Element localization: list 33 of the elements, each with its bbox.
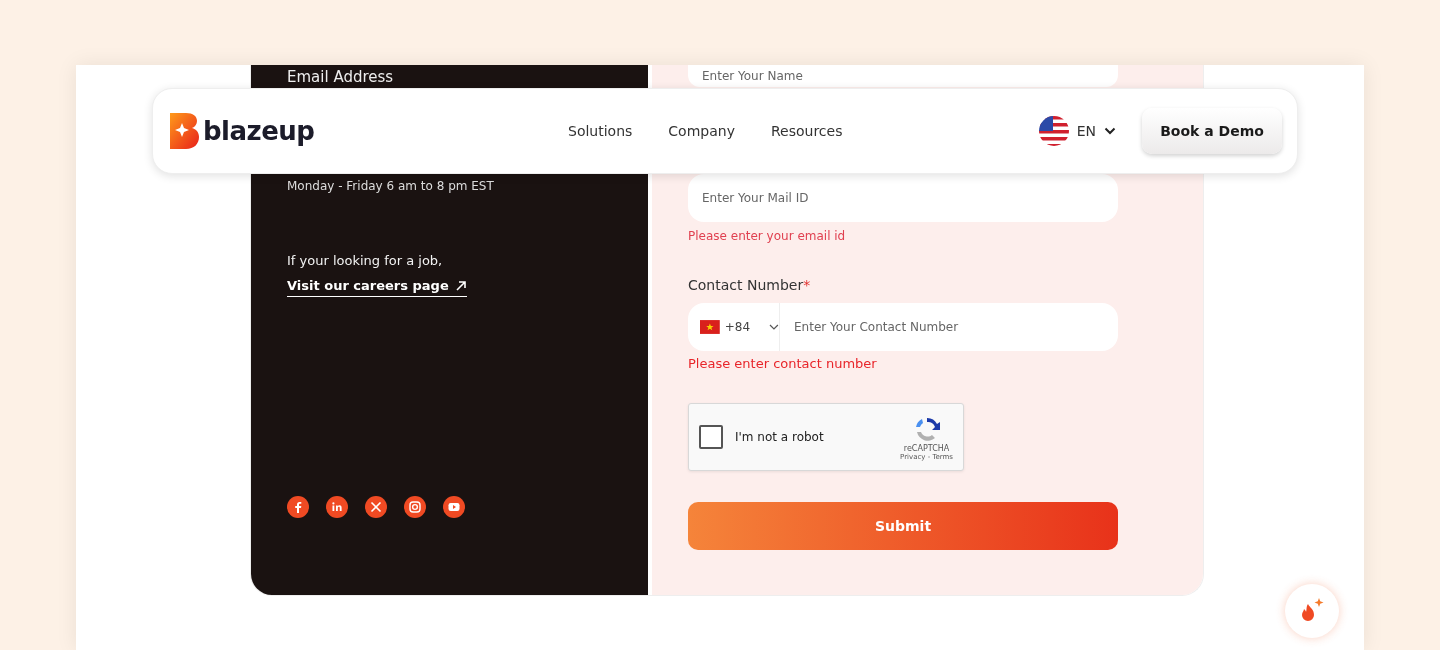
arrow-icon [454, 279, 467, 292]
linkedin-icon[interactable] [326, 496, 348, 518]
language-select[interactable]: EN [1038, 116, 1116, 146]
instagram-icon[interactable] [404, 496, 426, 518]
facebook-icon[interactable] [287, 496, 309, 518]
required-mark: * [803, 277, 811, 293]
nav-link[interactable]: Solutions [568, 123, 633, 139]
captcha-checkbox[interactable] [699, 425, 723, 449]
job-text: If your looking for a job, [287, 253, 444, 268]
nav-link[interactable]: Resources [770, 123, 843, 139]
x-icon[interactable] [365, 496, 387, 518]
assistant-button[interactable] [1285, 584, 1339, 638]
email-field[interactable]: Enter Your Mail ID [688, 174, 1118, 222]
contact-number-label: Contact Number [688, 277, 804, 293]
email-error: Please enter your email id [688, 229, 847, 243]
chevron-icon [769, 324, 779, 330]
phone-error: Please enter contact number [688, 356, 878, 371]
careers-link[interactable]: Visit our careers page [287, 278, 467, 297]
country-code-select[interactable]: +84 [688, 303, 780, 351]
hours-text: Monday - Friday 6 am to 8 pm EST [287, 179, 495, 193]
chevron-icon [1104, 127, 1116, 135]
flag-icon [1038, 116, 1069, 146]
brand-name: blazeup [203, 116, 315, 146]
flag-icon [700, 320, 720, 334]
captcha-label: I'm not a robot [735, 430, 825, 444]
name-field[interactable]: Enter Your Name [688, 65, 1118, 87]
email-label: Email Address [287, 68, 395, 86]
nav-link[interactable]: Company [668, 123, 735, 139]
logo-icon [168, 112, 200, 150]
youtube-icon[interactable] [443, 496, 465, 518]
recaptcha-brand: reCAPTCHA [903, 443, 950, 453]
phone-field[interactable]: +84 Enter Your Contact Number [688, 303, 1118, 351]
book-demo-button[interactable]: Book a Demo [1142, 108, 1282, 154]
